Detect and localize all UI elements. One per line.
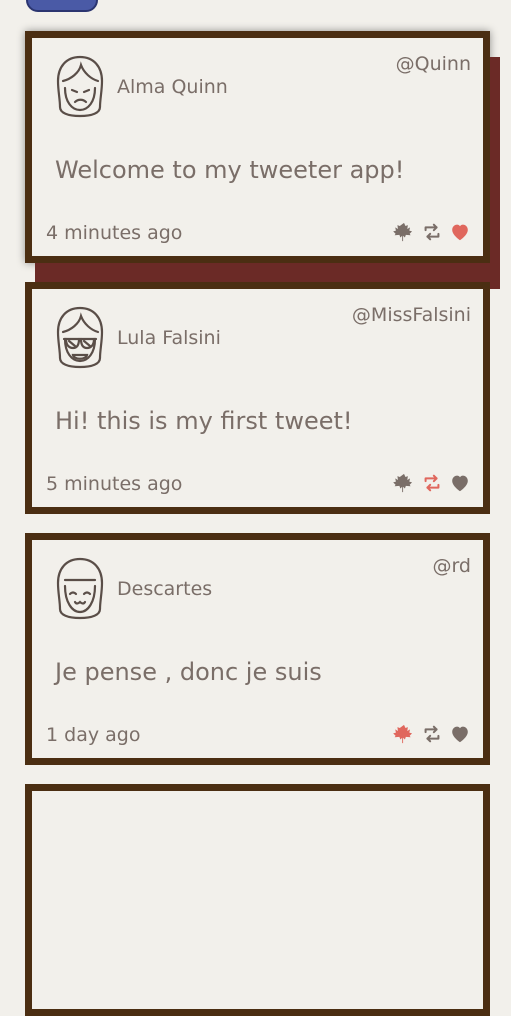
heart-icon[interactable] <box>449 221 471 243</box>
tweet-card <box>25 784 490 1016</box>
tweet-text: Je pense , donc je suis <box>55 658 322 686</box>
user-name: Descartes <box>117 578 213 600</box>
tweet-actions <box>393 472 471 494</box>
tweet-card: Lula Falsini @MissFalsini Hi! this is my… <box>25 282 490 514</box>
heart-icon[interactable] <box>449 723 471 745</box>
tweet-actions <box>393 221 471 243</box>
retweet-icon[interactable] <box>421 472 443 494</box>
tweet-time: 1 day ago <box>46 724 141 746</box>
user-handle[interactable]: @MissFalsini <box>352 304 471 326</box>
retweet-icon[interactable] <box>421 221 443 243</box>
user-handle[interactable]: @Quinn <box>396 53 471 75</box>
avatar <box>51 305 109 369</box>
tweet-text: Hi! this is my first tweet! <box>55 407 353 435</box>
tweet-card: Alma Quinn @Quinn Welcome to my tweeter … <box>25 31 490 263</box>
heart-icon[interactable] <box>449 472 471 494</box>
top-button[interactable] <box>26 0 98 12</box>
flag-icon[interactable] <box>393 723 415 745</box>
user-name: Lula Falsini <box>117 327 221 349</box>
user-name: Alma Quinn <box>117 76 228 98</box>
tweet-actions <box>393 723 471 745</box>
tweet-time: 5 minutes ago <box>46 473 183 495</box>
tweet-time: 4 minutes ago <box>46 222 183 244</box>
retweet-icon[interactable] <box>421 723 443 745</box>
tweet-text: Welcome to my tweeter app! <box>55 156 405 184</box>
tweet-card: Descartes @rd Je pense , donc je suis 1 … <box>25 533 490 765</box>
flag-icon[interactable] <box>393 472 415 494</box>
avatar <box>51 556 109 620</box>
avatar <box>51 54 109 118</box>
flag-icon[interactable] <box>393 221 415 243</box>
user-handle[interactable]: @rd <box>432 555 471 577</box>
